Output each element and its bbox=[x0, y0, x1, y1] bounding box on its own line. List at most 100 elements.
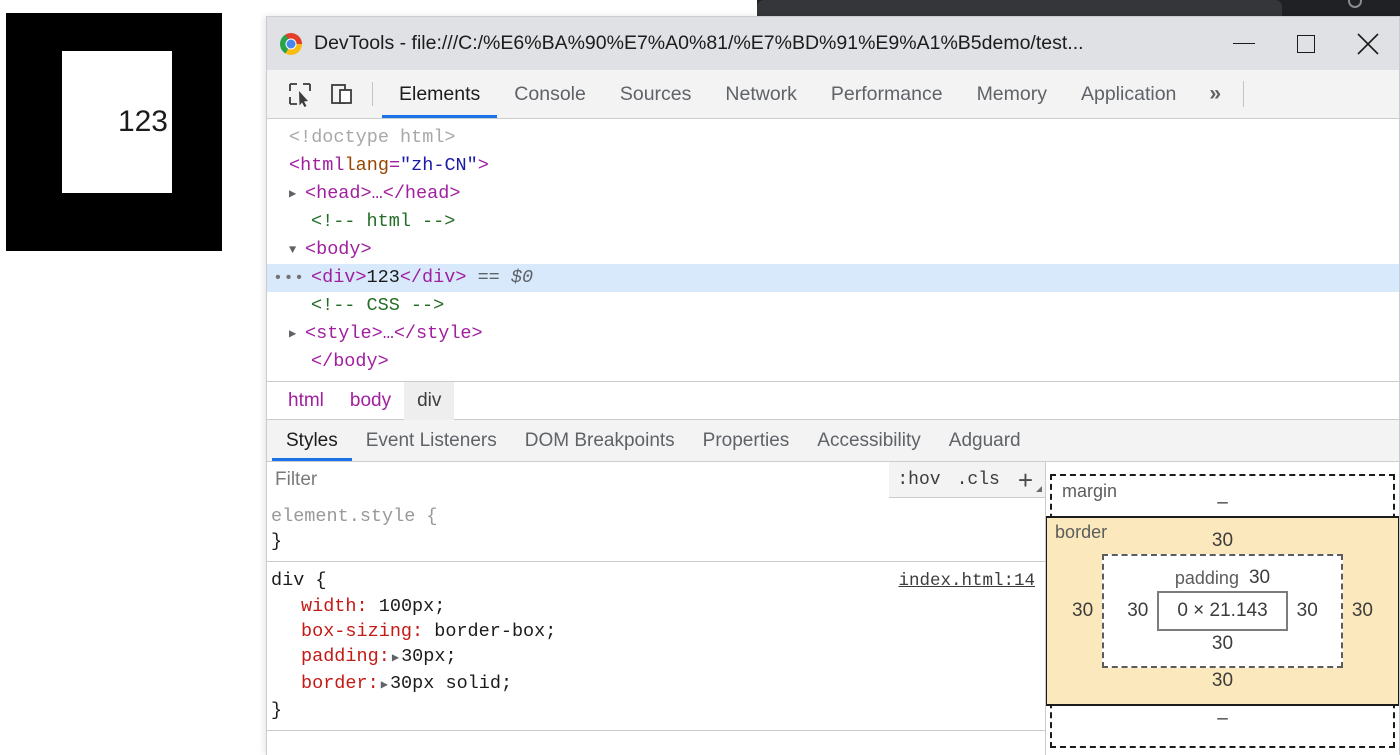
padding-right-value[interactable]: 30 bbox=[1288, 600, 1327, 622]
more-tabs-button[interactable]: » bbox=[1193, 70, 1237, 118]
css-rule-next-partial[interactable] bbox=[267, 731, 1045, 755]
box-model-border[interactable]: border 30 30 padding 30 30 0 × 21.143 30… bbox=[1046, 516, 1399, 706]
dom-row-style[interactable]: ▶ <style>…</style> bbox=[267, 320, 1399, 348]
subtab-event-listeners[interactable]: Event Listeners bbox=[352, 420, 511, 461]
subtab-styles[interactable]: Styles bbox=[272, 420, 352, 461]
expand-triangle-icon[interactable]: ▶ bbox=[289, 180, 305, 208]
div-tag-close: </div> bbox=[399, 267, 467, 288]
tab-console-label: Console bbox=[514, 82, 586, 105]
border-bottom-value[interactable]: 30 bbox=[1063, 668, 1382, 694]
css-rule-div[interactable]: div { index.html:14 width: 100px; box-si… bbox=[267, 562, 1045, 731]
dom-row-div-selected[interactable]: ••• <div> 123 </div> == $0 bbox=[267, 264, 1399, 292]
tab-elements[interactable]: Elements bbox=[382, 70, 498, 118]
dom-node-menu-icon[interactable]: ••• bbox=[267, 264, 311, 292]
subtab-properties[interactable]: Properties bbox=[689, 420, 804, 461]
dom-row-doctype[interactable]: <!doctype html> bbox=[267, 124, 1399, 152]
tab-console[interactable]: Console bbox=[497, 70, 603, 118]
subtab-dom-breakpoints[interactable]: DOM Breakpoints bbox=[511, 420, 689, 461]
declaration-padding-property: padding: bbox=[301, 646, 390, 667]
doctype-text: <!doctype html> bbox=[289, 127, 456, 148]
dom-row-body-close[interactable]: </body> bbox=[267, 348, 1399, 376]
cls-toggle-button[interactable]: .cls bbox=[949, 470, 1008, 490]
devtools-window: DevTools - file:///C:/%E6%BA%90%E7%A0%81… bbox=[266, 16, 1400, 755]
html-lang-attr: lang bbox=[344, 155, 389, 176]
stylesheet-source-link[interactable]: index.html:14 bbox=[898, 569, 1035, 594]
tab-memory[interactable]: Memory bbox=[960, 70, 1064, 118]
div-tag-open: <div> bbox=[311, 267, 367, 288]
dom-row-comment-css[interactable]: <!-- CSS --> bbox=[267, 292, 1399, 320]
dom-row-html[interactable]: <html lang = "zh-CN" > bbox=[267, 152, 1399, 180]
breadcrumb: html body div bbox=[267, 381, 1399, 420]
css-rule-div-header: div { index.html:14 bbox=[267, 568, 1045, 594]
declaration-width-value[interactable]: 100px; bbox=[379, 596, 446, 617]
html-attr-eq: = bbox=[388, 155, 401, 176]
subtab-accessibility[interactable]: Accessibility bbox=[803, 420, 934, 461]
box-model-pane: margin – – border 30 30 padding bbox=[1046, 462, 1399, 755]
tab-sources[interactable]: Sources bbox=[603, 70, 709, 118]
dom-row-comment-html[interactable]: <!-- html --> bbox=[267, 208, 1399, 236]
chevron-double-right-icon: » bbox=[1209, 82, 1222, 105]
dom-tree-panel[interactable]: <!doctype html> <html lang = "zh-CN" > ▶ <he… bbox=[267, 119, 1399, 382]
padding-left-value[interactable]: 30 bbox=[1118, 600, 1157, 622]
margin-top-value[interactable]: – bbox=[1074, 490, 1371, 516]
hov-toggle-button[interactable]: :hov bbox=[889, 470, 948, 490]
box-model-content-size[interactable]: 0 × 21.143 bbox=[1157, 591, 1288, 631]
tab-application[interactable]: Application bbox=[1064, 70, 1193, 118]
styles-filter-row: :hov .cls + bbox=[267, 462, 1045, 498]
tab-network[interactable]: Network bbox=[708, 70, 814, 118]
collapse-triangle-icon[interactable]: ▼ bbox=[289, 236, 305, 264]
declaration-border[interactable]: border: ▶ 30px solid; bbox=[267, 671, 1045, 698]
dom-row-body[interactable]: ▼ <body> bbox=[267, 236, 1399, 264]
device-toolbar-icon bbox=[331, 84, 352, 104]
device-toolbar-button[interactable] bbox=[321, 70, 363, 118]
border-expand-triangle-icon[interactable]: ▶ bbox=[379, 678, 390, 692]
inspect-element-button[interactable] bbox=[279, 70, 321, 118]
head-tag-collapsed: <head>…</head> bbox=[305, 183, 461, 204]
declaration-width[interactable]: width: 100px; bbox=[267, 594, 1045, 619]
declaration-border-property: border: bbox=[301, 673, 379, 694]
subtab-adguard[interactable]: Adguard bbox=[935, 420, 1035, 461]
maximize-button[interactable] bbox=[1275, 17, 1337, 70]
div-text-content: 123 bbox=[366, 267, 400, 288]
border-left-value[interactable]: 30 bbox=[1063, 600, 1102, 622]
filter-input[interactable] bbox=[267, 462, 890, 498]
page-preview: 123 bbox=[6, 13, 222, 251]
html-lang-value: "zh-CN" bbox=[400, 155, 478, 176]
margin-bottom-value[interactable]: – bbox=[1074, 706, 1371, 732]
border-top-value[interactable]: 30 bbox=[1063, 528, 1382, 554]
minimize-button[interactable] bbox=[1213, 17, 1275, 70]
new-style-rule-button[interactable]: + bbox=[1008, 467, 1045, 493]
declaration-padding[interactable]: padding: ▶ 30px; bbox=[267, 644, 1045, 671]
title-bar: DevTools - file:///C:/%E6%BA%90%E7%A0%81… bbox=[267, 17, 1399, 70]
body-tag-open: <body> bbox=[305, 239, 372, 260]
chrome-logo-icon bbox=[280, 32, 302, 55]
window-title: DevTools - file:///C:/%E6%BA%90%E7%A0%81… bbox=[314, 32, 1084, 54]
box-model-padding[interactable]: padding 30 30 0 × 21.143 30 30 bbox=[1102, 554, 1343, 668]
expand-triangle-style-icon[interactable]: ▶ bbox=[289, 320, 305, 348]
close-button[interactable] bbox=[1337, 17, 1399, 70]
tab-elements-label: Elements bbox=[399, 82, 481, 105]
breadcrumb-item-html[interactable]: html bbox=[275, 382, 337, 420]
declaration-box-sizing-value[interactable]: border-box; bbox=[434, 621, 556, 642]
element-style-selector: element.style { bbox=[271, 506, 438, 527]
inspect-element-icon bbox=[289, 83, 311, 107]
dom-row-head[interactable]: ▶ <head>…</head> bbox=[267, 180, 1399, 208]
breadcrumb-item-body[interactable]: body bbox=[337, 382, 404, 420]
declaration-padding-value[interactable]: 30px; bbox=[401, 646, 457, 667]
declaration-border-value[interactable]: 30px solid; bbox=[390, 673, 512, 694]
screen-root: 123 DevTools - file:///C:/%E6%BA%90%E7%A… bbox=[0, 0, 1400, 755]
padding-bottom-value[interactable]: 30 bbox=[1118, 631, 1327, 657]
box-model-margin[interactable]: margin – – border 30 30 padding bbox=[1046, 474, 1399, 748]
padding-expand-triangle-icon[interactable]: ▶ bbox=[390, 651, 401, 665]
div-selector: div { bbox=[271, 570, 327, 591]
padding-top-value[interactable]: 30 bbox=[1249, 565, 1270, 591]
css-rule-element-style[interactable]: element.style { } bbox=[267, 498, 1045, 562]
declaration-box-sizing[interactable]: box-sizing: border-box; bbox=[267, 619, 1045, 644]
declaration-width-property: width: bbox=[301, 596, 368, 617]
border-right-value[interactable]: 30 bbox=[1343, 600, 1382, 622]
breadcrumb-item-div[interactable]: div bbox=[404, 381, 455, 420]
maximize-icon bbox=[1297, 34, 1315, 53]
tab-performance[interactable]: Performance bbox=[814, 70, 960, 118]
css-rule-next-header bbox=[267, 737, 1045, 755]
comment-html-text: <!-- html --> bbox=[311, 211, 456, 232]
